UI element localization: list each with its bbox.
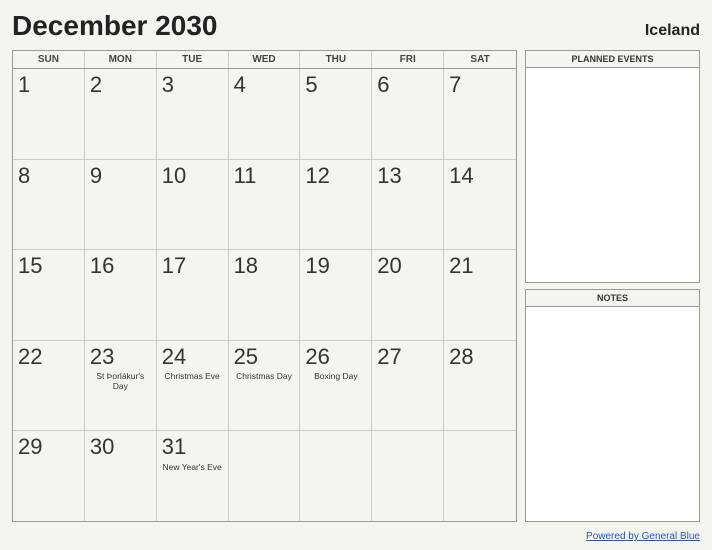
calendar-week: 15 16 17 18 19 20 21 bbox=[13, 250, 516, 341]
calendar-cell: 12 bbox=[300, 160, 372, 250]
day-number: 29 bbox=[18, 435, 42, 459]
day-number: 28 bbox=[449, 345, 473, 369]
calendar-cell bbox=[444, 431, 516, 521]
event-label: New Year's Eve bbox=[162, 462, 223, 472]
calendar-cell bbox=[229, 431, 301, 521]
sidebar: PLANNED EVENTS NOTES bbox=[525, 50, 700, 522]
calendar-cell bbox=[300, 431, 372, 521]
country-label: Iceland bbox=[645, 22, 700, 40]
page-title: December 2030 bbox=[12, 10, 217, 42]
calendar-cell: 20 bbox=[372, 250, 444, 340]
day-number: 4 bbox=[234, 73, 246, 97]
calendar-cell: 1 bbox=[13, 69, 85, 159]
planned-events-content bbox=[526, 68, 699, 282]
day-number: 23 bbox=[90, 345, 114, 369]
day-number: 6 bbox=[377, 73, 389, 97]
day-number: 20 bbox=[377, 254, 401, 278]
calendar-cell bbox=[372, 431, 444, 521]
day-number: 19 bbox=[305, 254, 329, 278]
day-of-week-header: FRI bbox=[372, 51, 444, 68]
calendar-cell: 28 bbox=[444, 341, 516, 431]
day-number: 10 bbox=[162, 164, 186, 188]
calendar-cell: 21 bbox=[444, 250, 516, 340]
day-number: 17 bbox=[162, 254, 186, 278]
calendar-cell: 27 bbox=[372, 341, 444, 431]
day-number: 2 bbox=[90, 73, 102, 97]
day-number: 3 bbox=[162, 73, 174, 97]
calendar-cell: 25 Christmas Day bbox=[229, 341, 301, 431]
day-number: 15 bbox=[18, 254, 42, 278]
day-number: 22 bbox=[18, 345, 42, 369]
day-number: 26 bbox=[305, 345, 329, 369]
day-number: 7 bbox=[449, 73, 461, 97]
calendar-cell: 19 bbox=[300, 250, 372, 340]
calendar-cell: 15 bbox=[13, 250, 85, 340]
day-number: 9 bbox=[90, 164, 102, 188]
day-number: 13 bbox=[377, 164, 401, 188]
calendar-cell: 29 bbox=[13, 431, 85, 521]
calendar-cell: 9 bbox=[85, 160, 157, 250]
day-number: 31 bbox=[162, 435, 186, 459]
day-of-week-header: MON bbox=[85, 51, 157, 68]
event-label: Christmas Day bbox=[234, 371, 295, 381]
day-number: 27 bbox=[377, 345, 401, 369]
day-number: 18 bbox=[234, 254, 258, 278]
calendar-week: 1 2 3 4 5 6 7 bbox=[13, 69, 516, 160]
notes-box: NOTES bbox=[525, 289, 700, 522]
calendar-cell: 13 bbox=[372, 160, 444, 250]
calendar-cell: 23St Þorlákur's Day bbox=[85, 341, 157, 431]
day-number: 12 bbox=[305, 164, 329, 188]
event-label: Christmas Eve bbox=[162, 371, 223, 381]
calendar-cell: 18 bbox=[229, 250, 301, 340]
day-of-week-header: THU bbox=[300, 51, 372, 68]
calendar-body: 1234567891011121314151617181920212223St … bbox=[13, 69, 516, 521]
day-number: 21 bbox=[449, 254, 473, 278]
calendar-cell: 6 bbox=[372, 69, 444, 159]
calendar-cell: 10 bbox=[157, 160, 229, 250]
calendar-cell: 24 Christmas Eve bbox=[157, 341, 229, 431]
planned-events-title: PLANNED EVENTS bbox=[526, 51, 699, 68]
calendar-cell: 8 bbox=[13, 160, 85, 250]
day-of-week-header: SAT bbox=[444, 51, 516, 68]
calendar-week: 2223St Þorlákur's Day24Christmas Eve25Ch… bbox=[13, 341, 516, 432]
event-label: St Þorlákur's Day bbox=[90, 371, 151, 391]
footer: Powered by General Blue bbox=[12, 526, 700, 544]
calendar-cell: 14 bbox=[444, 160, 516, 250]
day-number: 30 bbox=[90, 435, 114, 459]
calendar-cell: 5 bbox=[300, 69, 372, 159]
day-of-week-header: SUN bbox=[13, 51, 85, 68]
day-number: 14 bbox=[449, 164, 473, 188]
calendar-cell: 11 bbox=[229, 160, 301, 250]
day-number: 1 bbox=[18, 73, 30, 97]
calendar-cell: 16 bbox=[85, 250, 157, 340]
event-label: Boxing Day bbox=[305, 371, 366, 381]
calendar-cell: 3 bbox=[157, 69, 229, 159]
planned-events-box: PLANNED EVENTS bbox=[525, 50, 700, 283]
calendar-cell: 30 bbox=[85, 431, 157, 521]
calendar-cell: 7 bbox=[444, 69, 516, 159]
day-number: 5 bbox=[305, 73, 317, 97]
calendar-week: 8 9 10 11 12 13 14 bbox=[13, 160, 516, 251]
notes-title: NOTES bbox=[526, 290, 699, 307]
calendar-cell: 4 bbox=[229, 69, 301, 159]
day-number: 11 bbox=[234, 164, 257, 188]
calendar: SUNMONTUEWEDTHUFRISAT 123456789101112131… bbox=[12, 50, 517, 522]
day-of-week-header: TUE bbox=[157, 51, 229, 68]
calendar-cell: 17 bbox=[157, 250, 229, 340]
calendar-cell: 2 bbox=[85, 69, 157, 159]
powered-by-link[interactable]: Powered by General Blue bbox=[586, 531, 700, 542]
calendar-cell: 22 bbox=[13, 341, 85, 431]
day-number: 24 bbox=[162, 345, 186, 369]
calendar-cell: 26 Boxing Day bbox=[300, 341, 372, 431]
day-number: 25 bbox=[234, 345, 258, 369]
main-area: SUNMONTUEWEDTHUFRISAT 123456789101112131… bbox=[12, 50, 700, 522]
day-number: 8 bbox=[18, 164, 30, 188]
calendar-week: 29 30 31 New Year's Eve bbox=[13, 431, 516, 521]
day-number: 16 bbox=[90, 254, 114, 278]
calendar-header: SUNMONTUEWEDTHUFRISAT bbox=[13, 51, 516, 69]
notes-content bbox=[526, 307, 699, 521]
calendar-cell: 31 New Year's Eve bbox=[157, 431, 229, 521]
day-of-week-header: WED bbox=[229, 51, 301, 68]
